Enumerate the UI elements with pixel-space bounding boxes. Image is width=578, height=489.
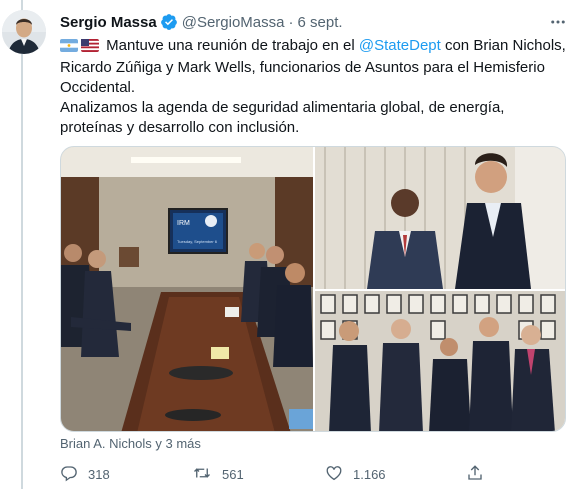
share-icon	[466, 464, 494, 485]
share-button[interactable]	[466, 462, 494, 486]
avatar[interactable]	[2, 10, 46, 54]
media-grid: IRM Tuesday, September 6	[60, 146, 566, 432]
tagged-people[interactable]: Brian A. Nichols y 3 más	[60, 436, 201, 451]
usa-flag-icon	[81, 38, 99, 58]
author-handle[interactable]: @SergioMassa	[182, 14, 285, 31]
like-count: 1.166	[353, 466, 386, 482]
tweet-paragraph-1: Mantuve una reunión de trabajo en el @St…	[60, 36, 570, 98]
text-segment-1: Mantuve una reunión de trabajo en el	[106, 37, 359, 54]
like-button[interactable]: 1.166	[325, 462, 386, 486]
retweet-count: 561	[222, 466, 244, 482]
photo-conference-room[interactable]: IRM Tuesday, September 6	[61, 147, 313, 431]
like-icon	[325, 464, 353, 485]
screen-text-1: IRM	[177, 220, 190, 227]
reply-icon	[60, 464, 88, 485]
photo-group[interactable]	[315, 291, 565, 431]
verified-badge-icon	[160, 13, 178, 31]
tweet-header: Sergio Massa @SergioMassa · 6 sept.	[60, 12, 568, 32]
screen-text-2: Tuesday, September 6	[177, 239, 218, 244]
thread-line	[21, 0, 23, 489]
retweet-icon	[192, 464, 222, 485]
photo-handshake[interactable]	[315, 147, 565, 289]
tweet-date[interactable]: 6 sept.	[298, 14, 343, 31]
action-bar: 318 561 1.166	[60, 462, 540, 486]
mention-link[interactable]: @StateDept	[359, 37, 441, 54]
author-name[interactable]: Sergio Massa	[60, 14, 157, 31]
more-icon[interactable]	[548, 12, 568, 32]
separator-dot: ·	[288, 13, 294, 31]
tweet-text: Mantuve una reunión de trabajo en el @St…	[60, 36, 570, 138]
argentina-flag-icon	[60, 38, 78, 58]
reply-button[interactable]: 318	[60, 462, 110, 486]
reply-count: 318	[88, 466, 110, 482]
retweet-button[interactable]: 561	[192, 462, 244, 486]
tweet-paragraph-2: Analizamos la agenda de seguridad alimen…	[60, 99, 505, 136]
